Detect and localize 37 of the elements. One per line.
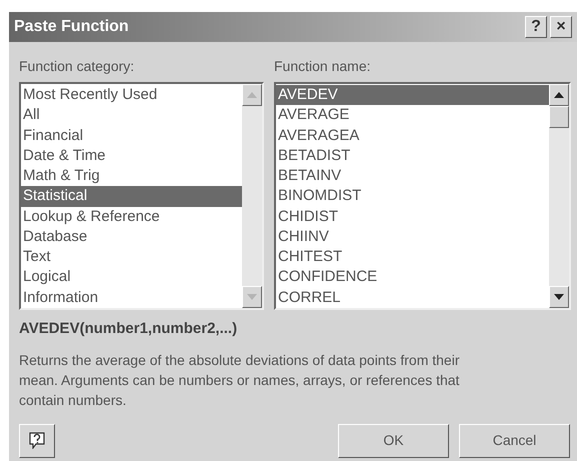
list-item[interactable]: Logical bbox=[21, 267, 242, 288]
scrollbar[interactable] bbox=[549, 84, 569, 308]
list-item[interactable]: Statistical bbox=[21, 186, 242, 207]
list-item[interactable]: Date & Time bbox=[21, 146, 242, 166]
list-item[interactable]: BETAINV bbox=[276, 166, 549, 186]
list-item[interactable]: Database bbox=[21, 226, 242, 248]
list-label: Function category: bbox=[19, 57, 136, 76]
list-item[interactable]: Text bbox=[21, 247, 242, 268]
help-button[interactable] bbox=[19, 424, 55, 458]
function-description: Returns the average of the absolute deviations of data points from their mean. Arguments can be numbers or names, arrays, or references that contain numbers. bbox=[18, 350, 460, 410]
list-item[interactable]: Financial bbox=[21, 126, 242, 146]
scroll-up-button[interactable] bbox=[549, 84, 569, 106]
list-item[interactable]: CONFIDENCE bbox=[276, 267, 549, 288]
ok-button[interactable]: OK bbox=[338, 424, 449, 458]
list-item[interactable]: Math & Trig bbox=[21, 166, 242, 186]
list-item[interactable]: CHIDIST bbox=[276, 206, 549, 227]
close-button[interactable]: × bbox=[550, 16, 572, 38]
list-item[interactable]: AVERAGEA bbox=[276, 126, 549, 146]
list-item[interactable]: BINOMDIST bbox=[276, 186, 549, 207]
list-item[interactable]: CHITEST bbox=[276, 247, 549, 268]
list-item[interactable]: CHIINV bbox=[276, 226, 549, 248]
list-item[interactable]: AVERAGE bbox=[276, 105, 549, 126]
list-item[interactable]: CORREL bbox=[276, 288, 549, 308]
list-item[interactable]: AVEDEV bbox=[276, 85, 549, 106]
list-item[interactable]: Information bbox=[21, 288, 242, 308]
list-item[interactable]: Lookup & Reference bbox=[21, 206, 242, 227]
help-button[interactable]: ? bbox=[525, 16, 547, 38]
scroll-thumb[interactable] bbox=[549, 106, 569, 128]
list-item[interactable]: Most Recently Used bbox=[21, 85, 242, 106]
scroll-down-button[interactable] bbox=[549, 286, 569, 308]
help-icon bbox=[29, 432, 45, 449]
window-title: Paste Function bbox=[14, 17, 130, 37]
list-item[interactable]: BETADIST bbox=[276, 146, 549, 166]
list-label: Function name: bbox=[274, 57, 372, 76]
cancel-button[interactable]: Cancel bbox=[459, 424, 570, 458]
list-item[interactable]: All bbox=[21, 105, 242, 126]
function-signature: AVEDEV(number1,number2,...) bbox=[18, 319, 238, 339]
